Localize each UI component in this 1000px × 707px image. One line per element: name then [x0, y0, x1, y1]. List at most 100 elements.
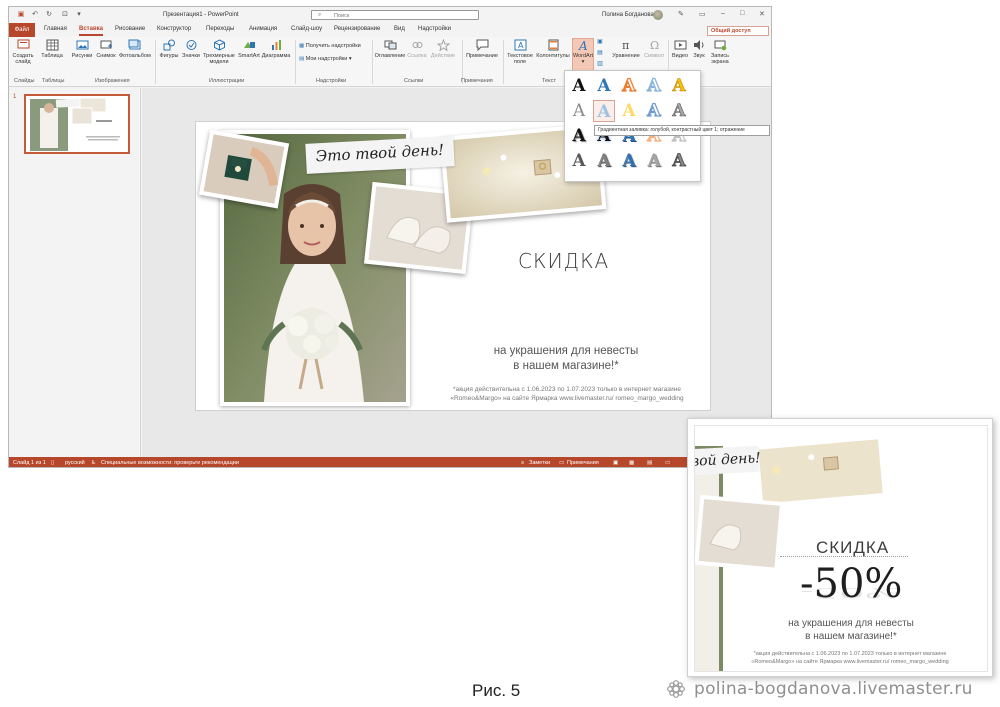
link-button[interactable]: Ссылка	[407, 39, 427, 59]
video-button[interactable]: Видео	[671, 39, 689, 59]
my-addins-button[interactable]: ▤ Мои надстройки ▾	[299, 56, 369, 62]
close-icon[interactable]: ✕	[759, 10, 765, 18]
wordart-style-17[interactable]: A	[593, 150, 615, 172]
tab-view[interactable]: Вид	[394, 26, 405, 32]
pictures-button[interactable]: Рисунки	[71, 39, 93, 59]
symbol-button[interactable]: Ω Символ	[642, 39, 666, 59]
search-input[interactable]: ⌕ Поиск	[311, 10, 479, 20]
slide-thumbnail[interactable]	[24, 94, 130, 154]
chart-icon	[271, 40, 281, 50]
date-time-button[interactable]: ▣	[595, 39, 605, 45]
tab-slideshow[interactable]: Слайд-шоу	[291, 26, 322, 32]
chevron-down-icon: ▾	[581, 59, 585, 65]
chart-button[interactable]: Диаграмма	[261, 39, 291, 59]
wordart-style-11[interactable]: A	[568, 125, 590, 147]
zoom-icon	[384, 40, 396, 50]
header-footer-label: Колонтитулы	[536, 53, 570, 59]
slide-number-button[interactable]: ▤	[595, 50, 605, 56]
notes-button[interactable]: Заметки	[529, 460, 550, 466]
group-label-text: Текст	[542, 78, 556, 84]
textbox-button[interactable]: A Текстовое поле	[505, 39, 535, 65]
wordart-style-16[interactable]: A	[568, 150, 590, 172]
equation-button[interactable]: π Уравнение	[610, 39, 642, 59]
wordart-style-2[interactable]: A	[593, 75, 615, 97]
action-icon	[436, 39, 450, 51]
smartart-icon	[243, 42, 255, 48]
flower-icon	[667, 680, 685, 698]
screenshot-button[interactable]: Снимок	[95, 39, 117, 59]
spellcheck-icon[interactable]: ▯	[51, 460, 54, 466]
tab-addins[interactable]: Надстройки	[418, 26, 451, 32]
smartart-button[interactable]: SmartArt	[237, 39, 261, 59]
pictures-icon	[76, 40, 88, 50]
icons-button[interactable]: Значки	[181, 39, 201, 59]
tab-home[interactable]: Главная	[44, 26, 67, 32]
get-addins-button[interactable]: ▦ Получить надстройки	[299, 43, 369, 49]
tab-file[interactable]: Файл	[9, 23, 35, 37]
reading-view-icon[interactable]: ▤	[647, 460, 652, 466]
new-slide-button[interactable]: Создать слайд	[11, 39, 35, 65]
slide-subtitle[interactable]: на украшения для невесты в нашем магазин…	[466, 344, 666, 374]
object-button[interactable]: ▥	[595, 61, 605, 67]
wordart-style-18[interactable]: A	[618, 150, 640, 172]
share-button[interactable]: Общий доступ	[707, 26, 769, 36]
zoom-button[interactable]: Оглавление	[374, 39, 406, 59]
status-accessibility[interactable]: Специальные возможности: проверьте реком…	[101, 460, 239, 466]
save-icon[interactable]: ▣	[17, 11, 25, 19]
table-button[interactable]: Таблица	[39, 39, 65, 59]
svg-text:A: A	[578, 39, 588, 51]
wordart-style-20[interactable]: A	[668, 150, 690, 172]
banner-ribbon[interactable]: Это твой день!	[305, 136, 455, 174]
wordart-style-6[interactable]: A	[568, 100, 590, 122]
shapes-button[interactable]: Фигуры	[158, 39, 180, 59]
group-label-addins: Надстройки	[316, 78, 347, 84]
normal-view-icon[interactable]: ▣	[613, 460, 618, 466]
slideshow-view-icon[interactable]: ▭	[665, 460, 670, 466]
photo-album-icon	[128, 39, 140, 50]
wordart-style-9[interactable]: A	[643, 100, 665, 122]
tab-review[interactable]: Рецензирование	[334, 26, 380, 32]
link-label: Ссылка	[407, 53, 427, 59]
pen-icon[interactable]: ✎	[678, 10, 684, 18]
video-label: Видео	[671, 53, 689, 59]
action-button[interactable]: Действие	[428, 39, 458, 59]
tab-transitions[interactable]: Переходы	[206, 26, 234, 32]
wordart-style-8[interactable]: A	[618, 100, 640, 122]
wordart-style-19[interactable]: A	[643, 150, 665, 172]
comment-button[interactable]: Примечание	[463, 39, 501, 59]
minimize-icon[interactable]: –	[721, 10, 725, 17]
start-from-beginning-icon[interactable]: ⊡	[61, 11, 69, 19]
slide-footnote[interactable]: *акция действительна с 1.06.2023 по 1.07…	[422, 385, 710, 403]
ring-box-image	[203, 134, 285, 204]
subtitle-line: на украшения для невесты	[493, 345, 639, 357]
accessibility-icon: ♿	[91, 460, 96, 466]
tab-draw[interactable]: Рисование	[115, 26, 145, 32]
maximize-icon[interactable]: □	[740, 10, 744, 17]
audio-button[interactable]: Звук	[690, 39, 708, 59]
wordart-style-10[interactable]: A	[668, 100, 690, 122]
slide-heading[interactable]: СКИДКА	[518, 249, 609, 273]
ring-box-photo[interactable]	[198, 129, 290, 209]
wordart-style-5[interactable]: A	[668, 75, 690, 97]
screen-recording-label: Запись экрана	[710, 53, 730, 65]
wordart-style-3[interactable]: A	[618, 75, 640, 97]
wordart-style-4[interactable]: A	[643, 75, 665, 97]
avatar[interactable]	[653, 10, 663, 20]
user-name[interactable]: Полина Богданова	[602, 12, 654, 18]
undo-icon[interactable]: ↶	[31, 11, 39, 19]
wordart-style-7[interactable]: A	[593, 100, 615, 122]
slide-sorter-icon[interactable]: ▦	[629, 460, 634, 466]
3d-models-button[interactable]: Трехмерные модели	[202, 39, 236, 65]
photo-album-button[interactable]: Фотоальбом	[119, 39, 151, 59]
comments-button[interactable]: Примечания	[567, 460, 599, 466]
redo-icon[interactable]: ↻	[45, 11, 53, 19]
tab-insert[interactable]: Вставка	[79, 26, 103, 36]
status-language[interactable]: русский	[65, 460, 85, 466]
screen-recording-button[interactable]: Запись экрана	[709, 39, 731, 65]
tab-animations[interactable]: Анимация	[249, 26, 277, 32]
ribbon-display-icon[interactable]: ▭	[699, 10, 706, 18]
tab-design[interactable]: Конструктор	[157, 26, 191, 32]
header-footer-button[interactable]: Колонтитулы	[535, 39, 571, 59]
customize-toolbar-icon[interactable]: ▾	[75, 11, 83, 19]
wordart-style-1[interactable]: A	[568, 75, 590, 97]
